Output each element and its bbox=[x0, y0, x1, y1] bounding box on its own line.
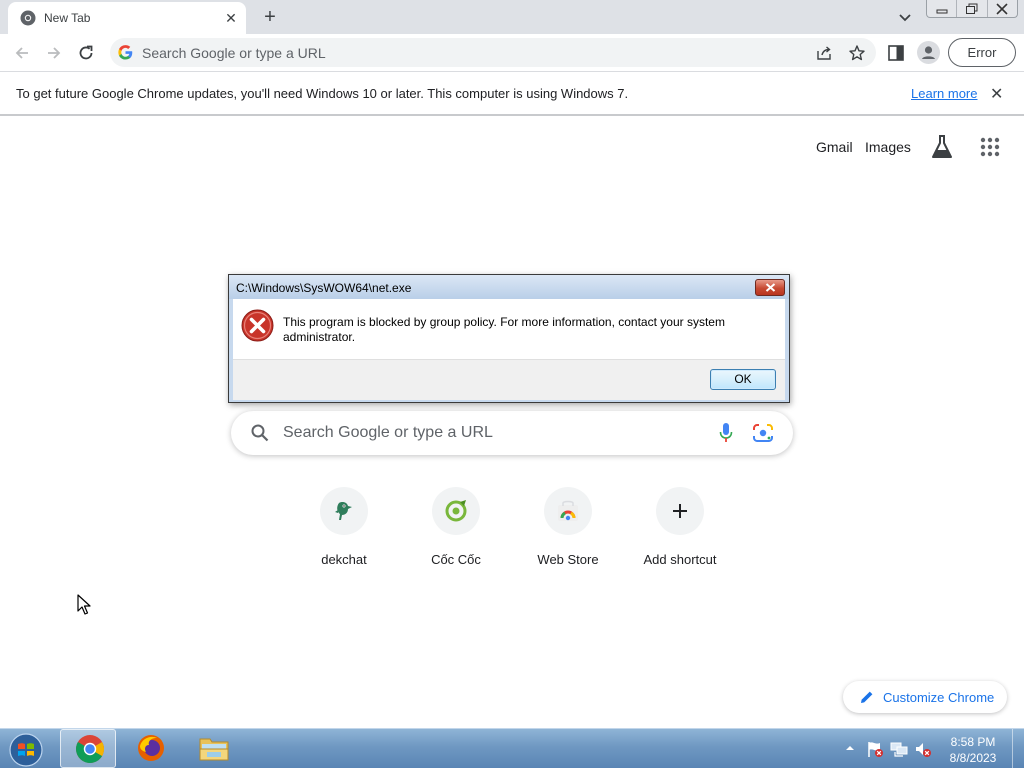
back-arrow-icon bbox=[15, 47, 28, 59]
dialog-close-button[interactable] bbox=[755, 279, 785, 296]
close-icon bbox=[765, 283, 776, 292]
ok-button[interactable]: OK bbox=[710, 369, 776, 390]
error-dialog: C:\Windows\SysWOW64\net.exe This program… bbox=[228, 274, 790, 403]
dekchat-icon bbox=[335, 502, 352, 520]
tab-close-icon[interactable]: ✕ bbox=[222, 9, 240, 27]
google-apps-grid-icon[interactable] bbox=[980, 137, 1000, 157]
network-icon[interactable] bbox=[890, 740, 908, 758]
omnibox-placeholder: Search Google or type a URL bbox=[142, 45, 326, 61]
google-g-icon bbox=[118, 45, 133, 60]
customize-chrome-label: Customize Chrome bbox=[883, 690, 995, 705]
taskbar: 8:58 PM 8/8/2023 bbox=[0, 728, 1024, 768]
search-icon bbox=[251, 424, 269, 442]
shortcut-tile bbox=[544, 487, 592, 535]
dialog-footer: OK bbox=[233, 360, 785, 400]
shortcut-tile bbox=[432, 487, 480, 535]
dialog-body: This program is blocked by group policy.… bbox=[233, 299, 785, 360]
tab-strip: New Tab ✕ + bbox=[0, 0, 1024, 34]
update-infobar: To get future Google Chrome updates, you… bbox=[0, 71, 1024, 116]
mouse-cursor-icon bbox=[77, 594, 91, 615]
shortcut-label: Cốc Cốc bbox=[431, 552, 481, 567]
shortcut-web-store[interactable]: Web Store bbox=[512, 487, 624, 577]
taskbar-explorer[interactable] bbox=[184, 729, 240, 768]
tab-new-tab[interactable]: New Tab ✕ bbox=[8, 2, 246, 34]
person-icon bbox=[922, 46, 935, 59]
restore-icon bbox=[965, 3, 978, 14]
shortcut-tile bbox=[656, 487, 704, 535]
folder-icon bbox=[199, 738, 229, 761]
clock-date: 8/8/2023 bbox=[949, 751, 997, 765]
chrome-icon bbox=[20, 10, 36, 26]
shortcut-label: dekchat bbox=[321, 552, 367, 567]
ntp-search-box[interactable]: Search Google or type a URL bbox=[231, 411, 793, 455]
tab-search-chevron-icon[interactable] bbox=[894, 6, 916, 28]
dialog-titlebar[interactable]: C:\Windows\SysWOW64\net.exe bbox=[229, 275, 789, 299]
clock-time: 8:58 PM bbox=[950, 735, 996, 749]
windows-start-orb-icon[interactable] bbox=[6, 732, 46, 768]
tray-overflow-chevron-icon[interactable] bbox=[845, 743, 855, 753]
pencil-icon bbox=[861, 691, 873, 703]
firefox-icon bbox=[138, 735, 164, 761]
side-panel-icon[interactable] bbox=[887, 44, 905, 62]
profile-avatar[interactable] bbox=[917, 41, 940, 64]
taskbar-chrome[interactable] bbox=[60, 729, 116, 768]
minimize-icon bbox=[936, 9, 948, 13]
reload-button[interactable] bbox=[73, 40, 99, 66]
taskbar-clock[interactable]: 8:58 PM 8/8/2023 bbox=[944, 734, 1002, 766]
close-icon bbox=[996, 3, 1008, 14]
close-window-button[interactable] bbox=[986, 0, 1017, 17]
back-button[interactable] bbox=[9, 40, 35, 66]
shortcut-coccoc[interactable]: Cốc Cốc bbox=[400, 487, 512, 577]
show-desktop-button[interactable] bbox=[1012, 729, 1024, 768]
google-lens-icon[interactable] bbox=[752, 423, 774, 443]
voice-search-mic-icon[interactable] bbox=[718, 422, 734, 444]
bookmark-star-icon[interactable] bbox=[848, 44, 866, 62]
images-link[interactable]: Images bbox=[865, 139, 911, 155]
minimize-button[interactable] bbox=[927, 0, 956, 17]
toolbar: Search Google or type a URL Error bbox=[0, 34, 1024, 71]
infobar-close-icon[interactable]: ✕ bbox=[990, 84, 1003, 104]
customize-chrome-button[interactable]: Customize Chrome bbox=[843, 681, 1007, 713]
chrome-icon bbox=[76, 735, 104, 763]
tab-title: New Tab bbox=[44, 11, 91, 25]
screen: New Tab ✕ + Search Google or type a URL … bbox=[0, 0, 1024, 768]
ntp-search-placeholder: Search Google or type a URL bbox=[283, 424, 493, 441]
gmail-link[interactable]: Gmail bbox=[816, 139, 853, 155]
window-controls bbox=[926, 0, 1018, 18]
labs-flask-icon[interactable] bbox=[930, 134, 954, 160]
shortcut-dekchat[interactable]: dekchat bbox=[288, 487, 400, 577]
infobar-message: To get future Google Chrome updates, you… bbox=[16, 86, 629, 101]
new-tab-button[interactable]: + bbox=[257, 4, 283, 30]
shortcut-add[interactable]: Add shortcut bbox=[624, 487, 736, 577]
shortcut-tile bbox=[320, 487, 368, 535]
coccoc-icon bbox=[445, 500, 467, 522]
forward-arrow-icon bbox=[48, 47, 61, 59]
shortcut-label: Add shortcut bbox=[643, 552, 717, 567]
omnibox[interactable]: Search Google or type a URL bbox=[110, 38, 876, 67]
reload-icon bbox=[79, 45, 93, 60]
volume-muted-icon[interactable] bbox=[914, 740, 932, 758]
plus-icon bbox=[673, 504, 687, 518]
action-center-flag-icon[interactable] bbox=[866, 740, 884, 758]
dialog-message: This program is blocked by group policy.… bbox=[283, 315, 725, 344]
learn-more-link[interactable]: Learn more bbox=[911, 86, 977, 101]
dialog-title: C:\Windows\SysWOW64\net.exe bbox=[236, 281, 412, 295]
restore-button[interactable] bbox=[956, 0, 986, 17]
shortcut-label: Web Store bbox=[537, 552, 599, 567]
share-icon[interactable] bbox=[815, 44, 833, 62]
error-button[interactable]: Error bbox=[948, 38, 1016, 67]
error-x-icon bbox=[241, 309, 274, 342]
taskbar-firefox[interactable] bbox=[122, 729, 178, 768]
forward-button[interactable] bbox=[41, 40, 67, 66]
webstore-icon bbox=[558, 500, 578, 521]
